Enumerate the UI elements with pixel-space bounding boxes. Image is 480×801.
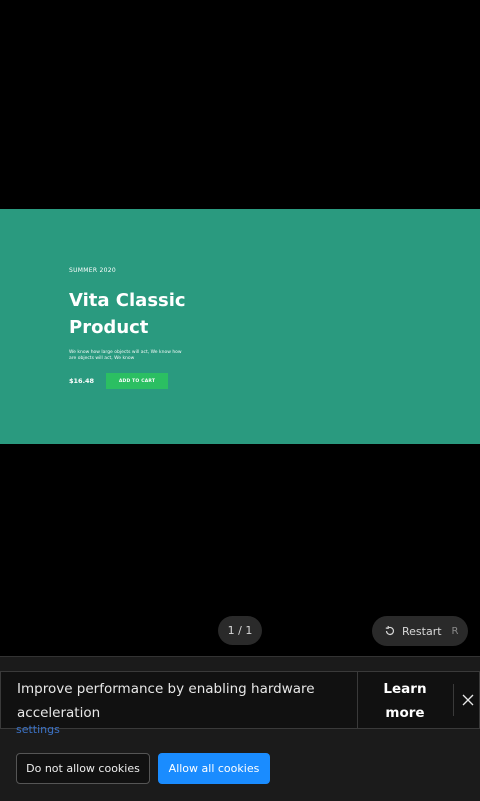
slide-counter: 1 / 1 [218, 616, 262, 645]
presentation-viewer: SUMMER 2020 Vita Classic Product We know… [0, 0, 480, 656]
cookie-settings-link[interactable]: settings [16, 723, 60, 736]
slide: SUMMER 2020 Vita Classic Product We know… [0, 209, 480, 444]
learn-more-link[interactable]: Learn more [371, 677, 439, 725]
close-banner-button[interactable] [453, 684, 480, 716]
slide-description: We know how large objects will act, We k… [69, 350, 182, 361]
banner-divider [357, 672, 358, 728]
restart-button[interactable]: Restart R [372, 616, 468, 646]
restart-icon [385, 625, 395, 635]
slide-price: $16.48 [69, 377, 95, 385]
slide-title: Vita Classic Product [69, 290, 186, 338]
cookie-consent-panel: Improve performance by enabling hardware… [0, 656, 480, 801]
hardware-acceleration-banner: Improve performance by enabling hardware… [0, 671, 480, 729]
deny-cookies-button[interactable]: Do not allow cookies [16, 753, 150, 784]
close-icon [462, 694, 474, 706]
restart-label: Restart [402, 624, 442, 638]
banner-message: Improve performance by enabling hardware… [17, 681, 315, 721]
slide-eyebrow: SUMMER 2020 [69, 267, 116, 274]
allow-cookies-button[interactable]: Allow all cookies [158, 753, 270, 784]
restart-shortcut: R [451, 625, 459, 637]
add-to-cart-button[interactable]: ADD TO CART [106, 373, 168, 389]
